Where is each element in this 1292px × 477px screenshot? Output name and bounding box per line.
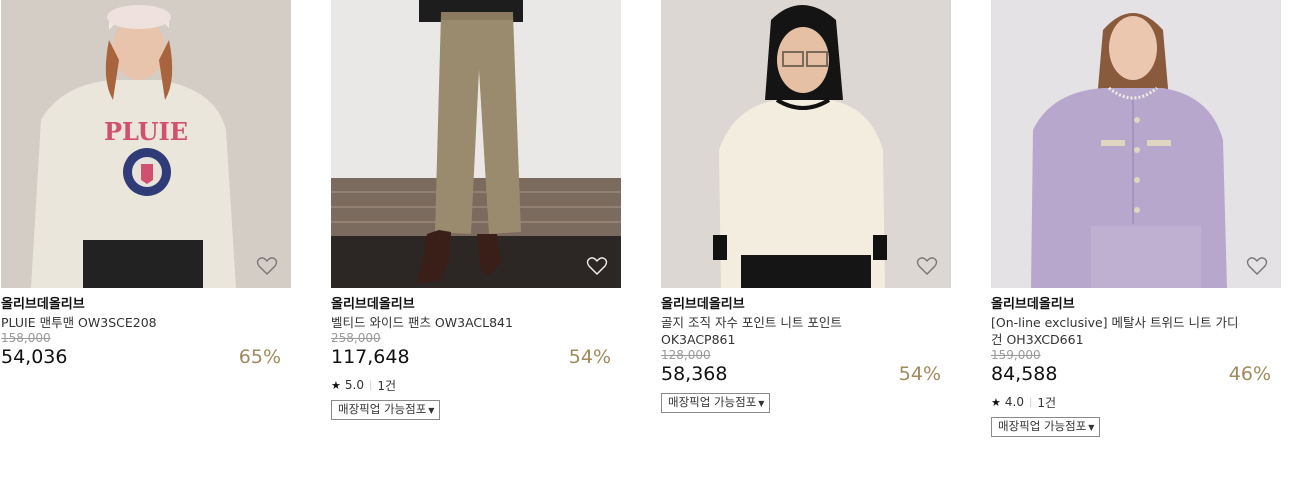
heart-outline-icon[interactable] (585, 254, 609, 278)
store-pickup-label: 매장픽업 가능점포 (998, 419, 1087, 433)
caret-down-icon: ▼ (1088, 423, 1095, 432)
discount-rate: 54% (568, 346, 611, 368)
product-image[interactable]: PLUIE (1, 0, 291, 288)
rating-row: ★ 5.0 | 1건 (331, 377, 623, 393)
product-name[interactable]: [On-line exclusive] 메탈사 트위드 니트 가디건 OH3XC… (991, 314, 1246, 348)
svg-text:PLUIE: PLUIE (104, 117, 188, 146)
product-grid: PLUIE 올리브데올리브 PLUIE 맨투맨 OW3SCE208 158,00… (0, 0, 1292, 477)
heart-outline-icon[interactable] (915, 254, 939, 278)
brand-name[interactable]: 올리브데올리브 (331, 297, 623, 313)
discount-rate: 54% (898, 363, 941, 385)
caret-down-icon: ▼ (428, 406, 435, 415)
sale-price: 117,648 (331, 346, 410, 368)
product-image[interactable] (331, 0, 621, 288)
product-photo: PLUIE (1, 0, 291, 288)
price-row: 58,368 54% (661, 362, 951, 386)
brand-name[interactable]: 올리브데올리브 (661, 297, 953, 313)
product-photo (991, 0, 1281, 288)
original-price: 158,000 (1, 331, 51, 345)
star-icon: ★ (331, 378, 341, 392)
store-pickup-button[interactable]: 매장픽업 가능점포 ▼ (991, 417, 1101, 437)
discount-rate: 46% (1228, 363, 1271, 385)
original-price: 128,000 (661, 348, 711, 362)
product-photo (331, 0, 621, 288)
brand-name[interactable]: 올리브데올리브 (1, 297, 293, 313)
caret-down-icon: ▼ (758, 399, 765, 408)
heart-outline-icon[interactable] (255, 254, 279, 278)
product-card[interactable]: PLUIE 올리브데올리브 PLUIE 맨투맨 OW3SCE208 158,00… (1, 0, 293, 369)
heart-outline-icon[interactable] (1245, 254, 1269, 278)
sale-price: 58,368 (661, 363, 728, 385)
review-count[interactable]: 1건 (1037, 394, 1056, 411)
product-card[interactable]: 올리브데올리브 벨티드 와이드 팬츠 OW3ACL841 258,000 117… (331, 0, 623, 420)
original-price: 159,000 (991, 348, 1041, 362)
divider: | (368, 379, 373, 391)
product-card[interactable]: 올리브데올리브 [On-line exclusive] 메탈사 트위드 니트 가… (991, 0, 1283, 437)
price-row: 84,588 46% (991, 362, 1281, 386)
store-pickup-label: 매장픽업 가능점포 (338, 402, 427, 416)
product-name[interactable]: 골지 조직 자수 포인트 니트 포인트 OK3ACP861 (661, 314, 916, 348)
discount-rate: 65% (238, 346, 281, 368)
store-pickup-button[interactable]: 매장픽업 가능점포 ▼ (331, 400, 441, 420)
product-image[interactable] (661, 0, 951, 288)
price-row: 117,648 54% (331, 345, 621, 369)
sale-price: 54,036 (1, 346, 68, 368)
product-image[interactable] (991, 0, 1281, 288)
price-row: 54,036 65% (1, 345, 291, 369)
sale-price: 84,588 (991, 363, 1058, 385)
product-name[interactable]: 벨티드 와이드 팬츠 OW3ACL841 (331, 314, 586, 331)
product-name[interactable]: PLUIE 맨투맨 OW3SCE208 (1, 314, 256, 331)
brand-name[interactable]: 올리브데올리브 (991, 297, 1283, 313)
divider: | (1028, 396, 1033, 408)
review-count[interactable]: 1건 (377, 377, 396, 394)
star-icon: ★ (991, 395, 1001, 409)
store-pickup-label: 매장픽업 가능점포 (668, 395, 757, 409)
store-pickup-button[interactable]: 매장픽업 가능점포 ▼ (661, 393, 771, 413)
product-card[interactable]: 올리브데올리브 골지 조직 자수 포인트 니트 포인트 OK3ACP861 12… (661, 0, 953, 413)
product-photo (661, 0, 951, 288)
rating-score: 5.0 (344, 378, 364, 392)
rating-row: ★ 4.0 | 1건 (991, 394, 1283, 410)
original-price: 258,000 (331, 331, 381, 345)
rating-score: 4.0 (1004, 395, 1024, 409)
